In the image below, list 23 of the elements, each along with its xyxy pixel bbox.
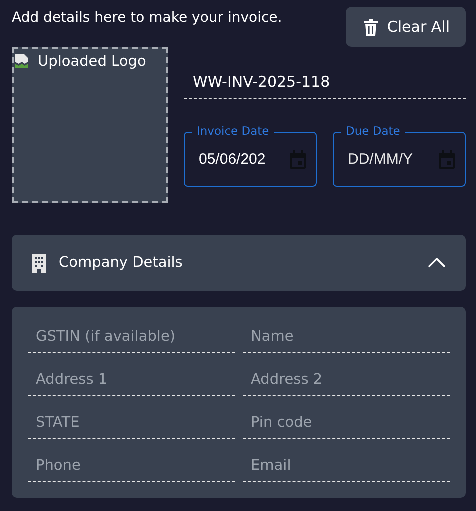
text-field[interactable]: Address 2: [243, 362, 450, 396]
invoice-number-field[interactable]: WW-INV-2025-118: [184, 69, 466, 99]
calendar-icon[interactable]: [438, 150, 456, 170]
intro-text: Add details here to make your invoice.: [12, 10, 282, 26]
text-field[interactable]: Phone: [28, 448, 235, 482]
text-field[interactable]: Email: [243, 448, 450, 482]
date-field[interactable]: Invoice Date 05/06/202: [184, 123, 317, 187]
text-field[interactable]: Address 1: [28, 362, 235, 396]
building-icon: [31, 254, 47, 272]
broken-image-icon: [14, 53, 30, 69]
text-field[interactable]: STATE: [28, 405, 235, 439]
text-field[interactable]: Name: [243, 319, 450, 353]
chevron-up-icon[interactable]: [428, 258, 446, 268]
text-field[interactable]: Pin code: [243, 405, 450, 439]
date-field[interactable]: Due Date DD/MM/Y: [333, 123, 466, 187]
logo-upload-area[interactable]: Uploaded Logo: [12, 47, 168, 203]
calendar-icon[interactable]: [289, 150, 307, 170]
section-title: Company Details: [59, 255, 184, 271]
clear-all-button[interactable]: Clear All: [346, 7, 466, 47]
trash-icon: [364, 18, 378, 36]
logo-alt-text: Uploaded Logo: [38, 54, 146, 70]
text-field[interactable]: GSTIN (if available): [28, 319, 235, 353]
company-details-header[interactable]: Company Details: [12, 235, 466, 291]
